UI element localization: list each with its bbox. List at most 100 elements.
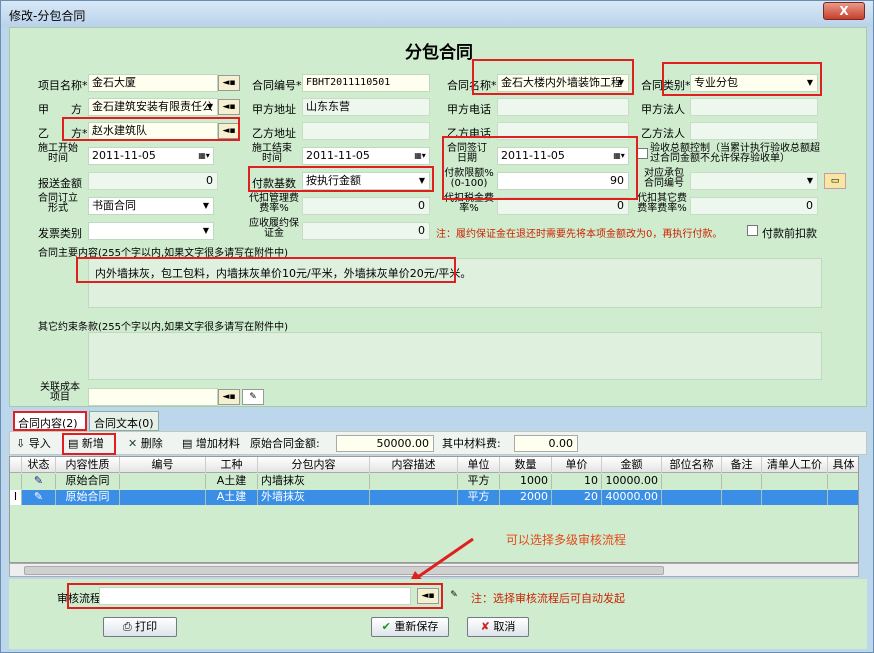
bond-field[interactable]: 0 [302, 222, 430, 240]
import-label: 导入 [28, 437, 51, 450]
cost-item-field[interactable] [88, 388, 218, 406]
sub-contract-no-select[interactable]: ▼ [690, 172, 818, 190]
tab-contract-text[interactable]: 合同文本(0) [89, 411, 159, 431]
header-cell[interactable]: 备注 [722, 457, 762, 473]
header-cell[interactable]: 内容性质 [56, 457, 120, 473]
cross-icon: ✘ [480, 620, 490, 633]
contract-no-field[interactable]: FBHT2011110501 [302, 74, 430, 92]
edit-pen-icon[interactable]: ✎ [22, 490, 56, 505]
party-a-select[interactable]: 金石建筑安装有限责任公 ▼ [88, 98, 218, 116]
cell-note [722, 474, 762, 489]
orig-amount-field[interactable]: 50000.00 [336, 435, 434, 452]
party-a-pick-icon[interactable]: ◄▪ [218, 99, 240, 115]
highlight-contract-name [472, 59, 634, 95]
cell-labor [762, 474, 828, 489]
table-row[interactable]: ✎ 原始合同 A土建 内墙抹灰 平方 1000 10 10000.00 [10, 474, 858, 489]
grid-toolbar: ⇩ 导入 ▤ 新增 ✕ 删除 ▤ 增加材料 原始合同金额: 50000.00 其… [9, 431, 867, 455]
save-button[interactable]: ✔ 重新保存 [371, 617, 449, 637]
calendar-icon[interactable]: ▦▾ [195, 148, 213, 164]
highlight-pay-base [248, 166, 434, 192]
cost-item-label: 关联成本项目 [40, 382, 80, 403]
party-a-addr-label: 甲方地址 [252, 103, 296, 116]
cell-qty: 2000 [500, 490, 552, 505]
prepay-checkbox[interactable] [747, 225, 758, 236]
start-date-field[interactable]: 2011-11-05 ▦▾ [88, 147, 214, 165]
highlight-pay-limit [442, 136, 638, 200]
save-label: 重新保存 [394, 620, 439, 633]
header-cell[interactable]: 编号 [120, 457, 206, 473]
header-cell[interactable]: 单位 [458, 457, 500, 473]
end-date-label: 施工结束时间 [252, 143, 292, 164]
party-b-addr-field[interactable] [302, 122, 430, 140]
party-b-legal-label: 乙方法人 [641, 127, 685, 140]
close-button[interactable]: X [823, 2, 865, 20]
project-name-field[interactable]: 金石大厦 [88, 74, 218, 92]
party-b-legal-field[interactable] [690, 122, 818, 140]
header-cell[interactable]: 工种 [206, 457, 258, 473]
header-cell[interactable]: 状态 [22, 457, 56, 473]
sign-form-select[interactable]: 书面合同 ▼ [88, 197, 214, 215]
header-cell[interactable]: 单价 [552, 457, 602, 473]
cancel-label: 取消 [493, 620, 516, 633]
material-fee-field[interactable]: 0.00 [514, 435, 578, 452]
report-amount-field[interactable]: 0 [88, 172, 218, 190]
party-a-legal-field[interactable] [690, 98, 818, 116]
acceptance-checkbox[interactable] [637, 148, 648, 159]
bottom-panel: 审核流程 ◄▪ ✎ 注：选择审核流程后可自动发起 ⎙ 打印 ✔ 重新保存 ✘ 取… [9, 579, 867, 649]
party-a-tel-field[interactable] [497, 98, 629, 116]
project-pick-icon[interactable]: ◄▪ [218, 75, 240, 91]
annotation-text: 可以选择多级审核流程 [506, 533, 627, 547]
cell-desc [370, 490, 458, 505]
add-material-label: 增加材料 [195, 437, 240, 450]
header-cell[interactable]: 金额 [602, 457, 662, 473]
report-amount-label: 报送金额 [38, 177, 82, 190]
chevron-down-icon[interactable]: ▼ [199, 223, 213, 239]
row-indicator: I [10, 490, 22, 505]
end-date-field[interactable]: 2011-11-05 ▦▾ [302, 147, 430, 165]
edit-pen-icon[interactable]: ✎ [443, 588, 465, 604]
highlight-contract-type [662, 62, 822, 96]
other-fee-field[interactable]: 0 [690, 197, 818, 215]
print-button[interactable]: ⎙ 打印 [103, 617, 177, 637]
calendar-icon[interactable]: ▦▾ [411, 148, 429, 164]
check-icon: ✔ [381, 620, 391, 633]
cost-pick-icon[interactable]: ◄▪ [218, 389, 240, 405]
cell-work: A土建 [206, 490, 258, 505]
folder-icon[interactable]: ▭ [824, 173, 846, 189]
other-terms-textarea[interactable] [88, 332, 822, 380]
end-date-value: 2011-11-05 [306, 149, 370, 162]
cell-amount: 10000.00 [602, 474, 662, 489]
other-terms-label: 其它约束条款(255个字以内,如果文字很多请写在附件中) [38, 322, 289, 333]
header-cell[interactable]: 具体 [828, 457, 858, 473]
print-label: 打印 [135, 620, 158, 633]
table-row[interactable]: I ✎ 原始合同 A土建 外墙抹灰 平方 2000 20 40000.00 [10, 490, 858, 505]
contract-form: 分包合同 项目名称* 金石大厦 ◄▪ 合同编号* FBHT2011110501 … [9, 27, 867, 407]
scroll-thumb[interactable] [24, 566, 664, 575]
header-cell[interactable]: 数量 [500, 457, 552, 473]
workflow-note: 注：选择审核流程后可自动发起 [471, 592, 625, 605]
cancel-button[interactable]: ✘ 取消 [467, 617, 529, 637]
cell-code [120, 474, 206, 489]
title-bar: 修改-分包合同 X [1, 1, 873, 27]
cell-qty: 1000 [500, 474, 552, 489]
edit-pen-icon[interactable]: ✎ [22, 474, 56, 489]
delete-button[interactable]: ✕ 删除 [128, 435, 163, 453]
cell-unit: 平方 [458, 490, 500, 505]
tab-bar: 合同内容(2) 合同文本(0) [9, 411, 867, 431]
party-a-addr-field[interactable]: 山东东营 [302, 98, 430, 116]
import-button[interactable]: ⇩ 导入 [16, 435, 51, 453]
add-material-button[interactable]: ▤ 增加材料 [182, 435, 240, 453]
invoice-type-select[interactable]: ▼ [88, 222, 214, 240]
cell-content: 内墙抹灰 [258, 474, 370, 489]
chevron-down-icon[interactable]: ▼ [199, 198, 213, 214]
chevron-down-icon[interactable]: ▼ [803, 173, 817, 189]
mgmt-fee-field[interactable]: 0 [302, 197, 430, 215]
header-cell[interactable]: 清单人工价 [762, 457, 828, 473]
chevron-down-icon[interactable]: ▼ [203, 99, 217, 115]
header-cell[interactable]: 内容描述 [370, 457, 458, 473]
sign-form-label: 合同订立形式 [38, 193, 78, 214]
header-cell[interactable]: 分包内容 [258, 457, 370, 473]
header-cell[interactable]: 部位名称 [662, 457, 722, 473]
edit-pen-icon[interactable]: ✎ [242, 389, 264, 405]
cell-amount: 40000.00 [602, 490, 662, 505]
